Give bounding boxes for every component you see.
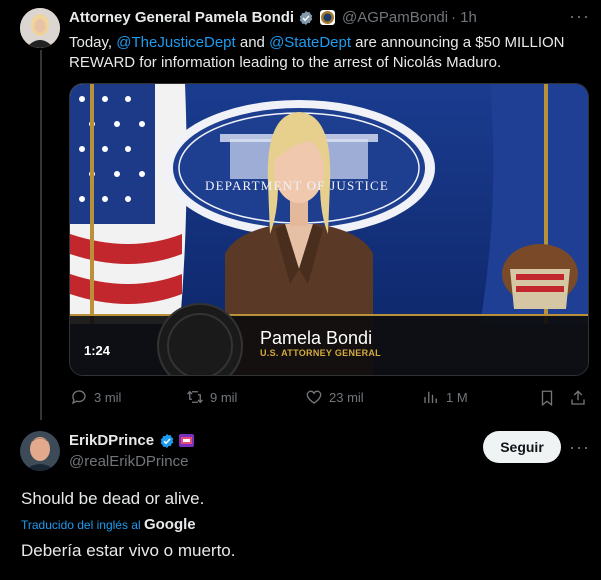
- heart-icon: [306, 390, 322, 404]
- more-options-icon[interactable]: ···: [569, 6, 590, 27]
- more-options-icon[interactable]: ···: [569, 437, 590, 458]
- tweet-text: Should be dead or alive.: [21, 489, 205, 508]
- translation-label[interactable]: Traducido del inglés al Google: [21, 516, 196, 533]
- like-button[interactable]: 23 mil: [305, 388, 364, 406]
- bookmark-button[interactable]: [538, 389, 556, 412]
- doj-badge-icon[interactable]: [320, 10, 335, 25]
- video-duration: 1:24: [84, 343, 111, 358]
- video-player[interactable]: Pamela Bondi U.S. ATTORNEY GENERAL DEPAR…: [69, 83, 589, 376]
- thread-line: [40, 50, 42, 420]
- repost-button[interactable]: 9 mil: [186, 388, 237, 406]
- like-count: 23 mil: [329, 389, 364, 405]
- reply-count: 3 mil: [94, 389, 122, 405]
- follow-button[interactable]: Seguir: [483, 431, 561, 463]
- views-icon: [424, 391, 437, 403]
- google-logo: Google: [143, 516, 196, 533]
- author-name[interactable]: ErikDPrince: [69, 432, 154, 449]
- translated-text: Debería estar vivo o muerto.: [21, 541, 236, 560]
- avatar[interactable]: [20, 8, 60, 48]
- tweet-text: Today, @TheJusticeDept and @StateDept ar…: [69, 34, 565, 71]
- share-icon: [571, 390, 585, 405]
- author-handle[interactable]: @realErikDPrince: [69, 453, 188, 470]
- affiliate-badge-icon[interactable]: [179, 434, 194, 447]
- repost-count: 9 mil: [210, 389, 238, 405]
- lower-third-title: U.S. ATTORNEY GENERAL: [260, 348, 381, 358]
- avatar[interactable]: [20, 431, 60, 471]
- avatar-image: [20, 431, 60, 471]
- verified-icon[interactable]: [159, 433, 175, 449]
- bookmark-icon: [541, 390, 553, 407]
- reply-icon: [71, 390, 86, 405]
- repost-icon: [187, 390, 203, 404]
- share-button[interactable]: [569, 389, 587, 412]
- timestamp[interactable]: · 1h: [451, 9, 477, 26]
- author-handle[interactable]: @AGPamBondi: [342, 9, 448, 26]
- lower-third-name: Pamela Bondi: [260, 328, 373, 348]
- mention-justicedept[interactable]: @TheJusticeDept: [116, 34, 235, 51]
- reply-button[interactable]: 3 mil: [70, 388, 121, 406]
- author-name[interactable]: Attorney General Pamela Bondi: [69, 9, 294, 26]
- mention-statedept[interactable]: @StateDept: [269, 34, 351, 51]
- verified-gray-icon[interactable]: [298, 10, 314, 26]
- views-count: 1 M: [446, 389, 468, 405]
- avatar-image: [20, 8, 60, 48]
- seal-text: DEPARTMENT OF JUSTICE: [205, 178, 390, 193]
- views-button[interactable]: 1 M: [422, 388, 468, 406]
